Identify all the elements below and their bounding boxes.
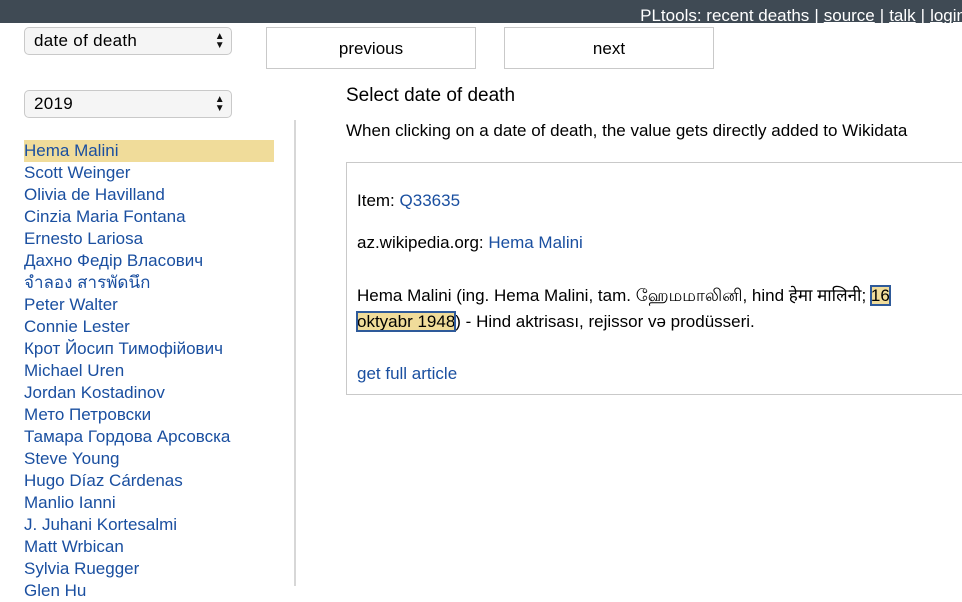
article-panel: Item: Q33635 az.wikipedia.org: Hema Mali…	[346, 162, 962, 395]
person-list-item[interactable]: จำลอง สารพัดนึก	[24, 272, 274, 294]
excerpt-before: Hema Malini (ing. Hema Malini, tam. ஹேமம…	[357, 286, 871, 305]
person-list-item[interactable]: Мето Петровски	[24, 404, 274, 426]
select-arrows-icon: ▲ ▼	[214, 31, 225, 51]
person-list-item[interactable]: Cinzia Maria Fontana	[24, 206, 274, 228]
person-list-item[interactable]: Hema Malini	[24, 140, 274, 162]
sort-select-value: date of death	[34, 31, 138, 50]
person-list-item[interactable]: Scott Weinger	[24, 162, 274, 184]
person-list-item[interactable]: Jordan Kostadinov	[24, 382, 274, 404]
previous-button[interactable]: previous	[266, 27, 476, 69]
select-arrows-icon: ▲ ▼	[214, 94, 225, 114]
person-list-item[interactable]: Ernesto Lariosa	[24, 228, 274, 250]
excerpt-after: ) - Hind aktrisası, rejissor və prodüsse…	[455, 312, 755, 331]
article-excerpt: Hema Malini (ing. Hema Malini, tam. ஹேமம…	[356, 283, 937, 335]
person-list-item[interactable]: Крот Йосип Тимофійович	[24, 338, 274, 360]
person-list-item[interactable]: Olivia de Havilland	[24, 184, 274, 206]
sort-select[interactable]: date of death ▲ ▼	[24, 27, 232, 55]
page-title: Select date of death	[346, 85, 516, 106]
column-divider	[294, 120, 296, 586]
person-list-item[interactable]: Hugo Díaz Cárdenas	[24, 470, 274, 492]
get-full-article-link[interactable]: get full article	[357, 364, 457, 384]
person-list-item[interactable]: Manlio Ianni	[24, 492, 274, 514]
item-row: Item: Q33635	[357, 191, 460, 211]
item-label: Item:	[357, 191, 395, 210]
wiki-label: az.wikipedia.org:	[357, 233, 484, 252]
person-list-item[interactable]: Glen Hu	[24, 580, 274, 602]
wiki-article-link[interactable]: Hema Malini	[488, 233, 582, 252]
person-list-item[interactable]: J. Juhani Kortesalmi	[24, 514, 274, 536]
year-select-value: 2019	[34, 94, 74, 113]
person-list-item[interactable]: Дахно Федір Власович	[24, 250, 274, 272]
year-select[interactable]: 2019 ▲ ▼	[24, 90, 232, 118]
person-list-item[interactable]: Sylvia Ruegger	[24, 558, 274, 580]
instruction-text: When clicking on a date of death, the va…	[346, 121, 908, 140]
next-button[interactable]: next	[504, 27, 714, 69]
item-id-link[interactable]: Q33635	[400, 191, 461, 210]
person-list-item[interactable]: Peter Walter	[24, 294, 274, 316]
tool-title: PLtools: recent deaths	[640, 6, 810, 23]
person-list-item[interactable]: Michael Uren	[24, 360, 274, 382]
top-nav: PLtools: recent deaths | source | talk | login	[640, 5, 962, 23]
login-link[interactable]: login	[930, 6, 962, 23]
people-list: Hema Malini Scott Weinger Olivia de Havill…	[24, 140, 274, 602]
person-list-item[interactable]: Тамара Гордова Арсовска	[24, 426, 274, 448]
source-link[interactable]: source	[824, 6, 875, 23]
person-list-item[interactable]: Steve Young	[24, 448, 274, 470]
person-list-item[interactable]: Matt Wrbican	[24, 536, 274, 558]
person-list-item[interactable]: Connie Lester	[24, 316, 274, 338]
wiki-row: az.wikipedia.org: Hema Malini	[357, 233, 583, 253]
top-bar: PLtools: recent deaths | source | talk | login	[0, 0, 962, 23]
talk-link[interactable]: talk	[889, 6, 915, 23]
